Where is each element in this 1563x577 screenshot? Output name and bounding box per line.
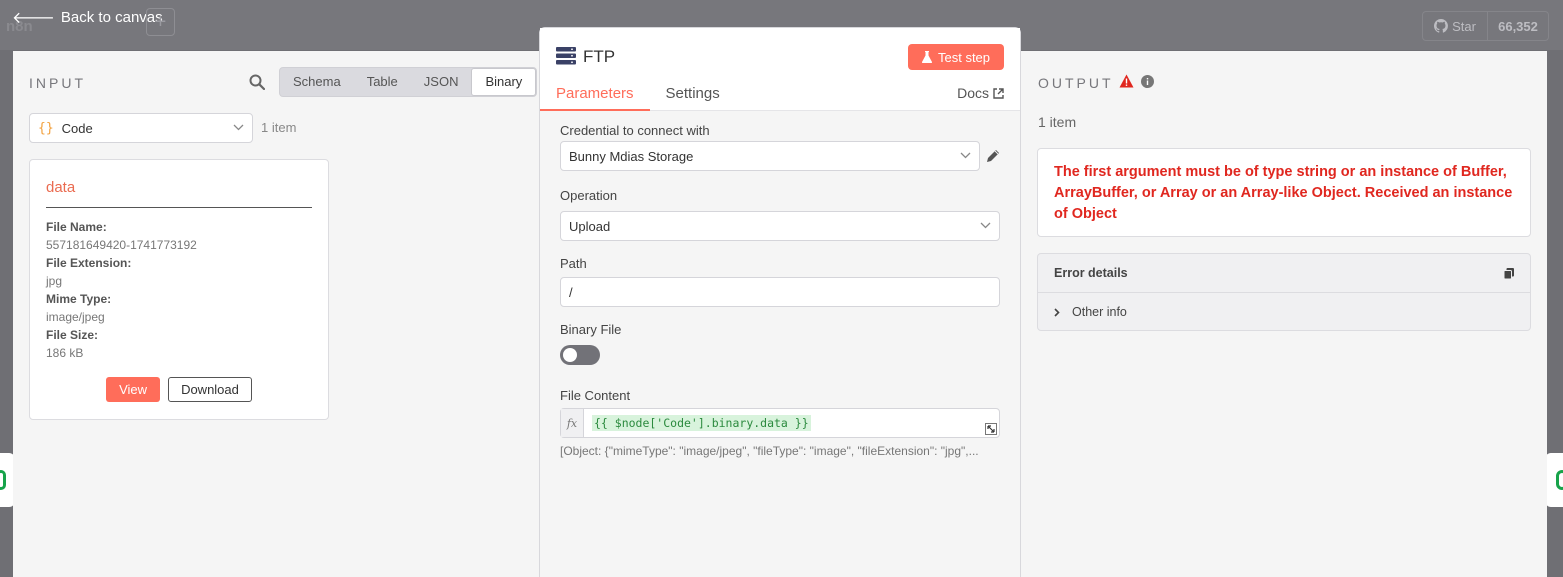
search-icon[interactable] [249, 74, 265, 90]
input-node-select-value: Code [61, 120, 93, 136]
input-panel-title: INPUT [29, 75, 86, 91]
expression-result-preview: [Object: {"mimeType": "image/jpeg", "fil… [560, 444, 979, 458]
external-link-icon [993, 87, 1004, 99]
output-item-count: 1 item [1038, 114, 1077, 130]
github-icon [1434, 19, 1449, 33]
test-step-button[interactable]: Test step [908, 44, 1004, 70]
binary-card-actions: View Download [30, 377, 328, 402]
tab-json[interactable]: JSON [411, 68, 472, 96]
chat-icon [1556, 470, 1563, 490]
server-icon [556, 47, 576, 65]
test-step-label: Test step [937, 49, 991, 65]
error-details-label: Error details [1054, 266, 1128, 280]
file-extension-key: File Extension: [46, 256, 132, 270]
binary-metadata: File Name: 557181649420-1741773192 File … [46, 218, 312, 362]
credential-label: Credential to connect with [560, 123, 710, 138]
other-info-row[interactable]: Other info [1038, 293, 1530, 331]
error-details-header: Error details [1038, 254, 1530, 293]
view-button[interactable]: View [106, 377, 161, 402]
download-button[interactable]: Download [168, 377, 252, 402]
edit-credential-icon[interactable] [985, 148, 1001, 164]
input-panel: INPUT Schema Table JSON Binary {} Code 1… [13, 51, 539, 577]
operation-select[interactable]: Upload [560, 211, 1000, 241]
credential-select[interactable]: Bunny Mdias Storage [560, 141, 980, 171]
file-name-value: 557181649420-1741773192 [46, 238, 197, 252]
error-details-panel: Error details Other info [1037, 253, 1531, 331]
tab-table[interactable]: Table [354, 68, 411, 96]
parameters-form: Credential to connect with Bunny Mdias S… [540, 111, 1020, 577]
info-icon[interactable] [1141, 75, 1154, 88]
file-size-value: 186 kB [46, 346, 84, 360]
back-to-canvas-link[interactable]: 🡐 Back to canvas [12, 7, 163, 28]
copy-icon[interactable] [1504, 267, 1514, 279]
operation-label: Operation [560, 188, 618, 203]
tab-binary[interactable]: Binary [471, 68, 537, 96]
chevron-down-icon [960, 151, 971, 162]
credential-value: Bunny Mdias Storage [569, 148, 694, 164]
binary-file-label: Binary File [560, 322, 622, 337]
node-title: FTP [583, 47, 616, 66]
error-message: The first argument must be of type strin… [1054, 164, 1513, 222]
file-size-key: File Size: [46, 328, 99, 342]
right-edge-handle [1545, 453, 1563, 507]
warning-icon [1119, 74, 1134, 88]
github-star-count: 66,352 [1498, 18, 1538, 34]
path-value: / [569, 284, 573, 300]
node-parameters-panel: FTP Test step Parameters Settings Docs C… [539, 27, 1021, 577]
arrow-left-icon: 🡐 [12, 10, 55, 27]
path-input[interactable]: / [560, 277, 1000, 307]
path-label: Path [560, 256, 587, 271]
other-info-label: Other info [1072, 305, 1127, 319]
input-node-select[interactable]: {} Code [29, 113, 253, 143]
file-content-label: File Content [560, 388, 631, 403]
fx-icon: fx [561, 409, 584, 437]
chevron-down-icon [233, 123, 244, 134]
file-content-expression-input[interactable]: fx {{ $node['Code'].binary.data }} [560, 408, 1000, 438]
expression-text: {{ $node['Code'].binary.data }} [592, 415, 811, 431]
tab-parameters[interactable]: Parameters [540, 82, 650, 111]
input-item-count: 1 item [261, 120, 297, 135]
chevron-right-icon [1054, 307, 1060, 317]
github-star-widget: Star 66,352 [1422, 11, 1549, 41]
code-node-icon: {} [38, 120, 54, 136]
file-name-key: File Name: [46, 220, 107, 234]
operation-value: Upload [569, 218, 611, 234]
github-star-label: Star [1452, 18, 1476, 34]
mime-type-value: image/jpeg [46, 310, 105, 324]
file-extension-value: jpg [46, 274, 63, 288]
output-panel-title: OUTPUT [1038, 75, 1114, 91]
display-mode-selector: Schema Table JSON Binary [279, 67, 538, 97]
binary-data-card: data File Name: 557181649420-1741773192 … [29, 159, 329, 420]
docs-link[interactable]: Docs [957, 85, 1004, 101]
node-details-modal: INPUT Schema Table JSON Binary {} Code 1… [13, 27, 1547, 577]
github-star-button: Star [1423, 12, 1488, 40]
tab-schema[interactable]: Schema [280, 68, 354, 96]
add-node-button: + [146, 8, 175, 36]
tab-settings[interactable]: Settings [650, 82, 736, 111]
toggle-knob [563, 348, 577, 362]
node-header: FTP Test step Parameters Settings Docs [540, 28, 1020, 111]
binary-card-title: data [46, 179, 312, 208]
mime-type-key: Mime Type: [46, 292, 112, 306]
flask-icon [921, 51, 932, 63]
expand-icon[interactable] [985, 423, 997, 435]
docs-label: Docs [957, 85, 989, 101]
chevron-down-icon [980, 221, 991, 232]
node-tabs: Parameters Settings [540, 82, 736, 111]
error-message-box: The first argument must be of type strin… [1037, 148, 1531, 237]
chat-icon [0, 470, 6, 490]
binary-file-toggle[interactable] [560, 345, 600, 365]
